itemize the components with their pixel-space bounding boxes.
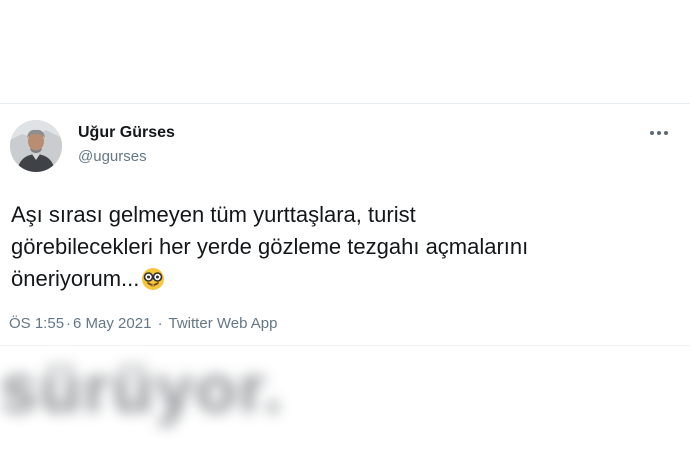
top-blank-area [0,0,690,104]
tweet-text-line-3: öneriyorum... [11,266,140,291]
avatar-photo-icon [10,120,62,172]
top-divider [0,103,690,104]
tweet-text-line-3-wrap: öneriyorum... [11,263,651,300]
tweet-meta: ÖS 1:55 · 6 May 2021 · Twitter Web App [9,315,277,332]
bottom-divider [0,345,690,346]
nerd-face-icon [141,267,165,300]
time-date-separator: · [66,315,72,332]
tweet-text: Aşı sırası gelmeyen tüm yurttaşlara, tur… [11,199,651,300]
tweet-text-line-1: Aşı sırası gelmeyen tüm yurttaşlara, tur… [11,202,416,227]
more-dot-1 [650,131,654,135]
more-dot-2 [657,131,661,135]
author-name[interactable]: Uğur Gürses [78,124,175,142]
tweet-source-link[interactable]: Twitter Web App [169,315,278,332]
page: Uğur Gürses @ugurses Aşı sırası gelmeyen… [0,0,690,450]
more-dot-3 [664,131,668,135]
date-source-separator: · [157,315,163,332]
avatar[interactable] [10,120,62,172]
blurred-background-text: sürüyor. [0,351,285,427]
tweet-date: 6 May 2021 [73,315,152,332]
tweet-time-link[interactable]: ÖS 1:55 · 6 May 2021 [9,315,151,332]
tweet-time: ÖS 1:55 [9,315,65,332]
more-options-icon[interactable] [645,123,673,143]
author-handle[interactable]: @ugurses [78,148,147,165]
tweet-text-line-2: görebilecekleri her yerde gözleme tezgah… [11,234,529,259]
